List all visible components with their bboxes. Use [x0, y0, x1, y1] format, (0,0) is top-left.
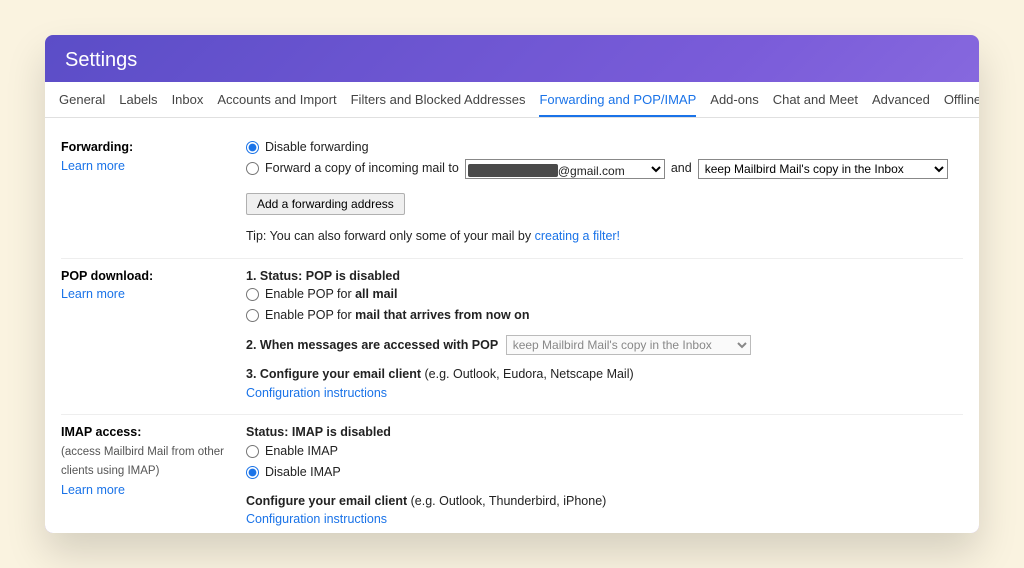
- forwarding-tip: Tip: You can also forward only some of y…: [246, 227, 948, 246]
- disable-forwarding-radio[interactable]: [246, 141, 259, 154]
- imap-body: Status: IMAP is disabled Enable IMAP Dis…: [246, 423, 606, 529]
- pop-section: POP download: Learn more 1. Status: POP …: [61, 259, 963, 416]
- forwarding-heading: Forwarding:: [61, 140, 133, 154]
- tab-labels[interactable]: Labels: [119, 82, 157, 117]
- pop-body: 1. Status: POP is disabled Enable POP fo…: [246, 267, 751, 403]
- enable-forwarding-radio[interactable]: [246, 162, 259, 175]
- and-text: and: [671, 159, 692, 178]
- forwarding-learn-more-link[interactable]: Learn more: [61, 159, 125, 173]
- page-title: Settings: [45, 35, 979, 82]
- imap-subtext: (access Mailbird Mail from other clients…: [61, 446, 224, 477]
- imap-heading: IMAP access:: [61, 425, 141, 439]
- add-forwarding-address-button[interactable]: Add a forwarding address: [246, 193, 405, 215]
- pop-enable-all-radio[interactable]: [246, 288, 259, 301]
- forward-email-display: @gmail.com: [468, 162, 625, 180]
- imap-config-link[interactable]: Configuration instructions: [246, 512, 387, 526]
- creating-filter-link[interactable]: creating a filter!: [535, 229, 620, 243]
- tab-add-ons[interactable]: Add-ons: [710, 82, 758, 117]
- pop-action-select[interactable]: keep Mailbird Mail's copy in the Inbox: [506, 335, 751, 355]
- forwarding-section: Forwarding: Learn more Disable forwardin…: [61, 130, 963, 259]
- forward-copy-label: Forward a copy of incoming mail to: [265, 159, 459, 178]
- imap-section: IMAP access: (access Mailbird Mail from …: [61, 415, 963, 533]
- tab-offline[interactable]: Offline: [944, 82, 979, 117]
- imap-label-col: IMAP access: (access Mailbird Mail from …: [61, 423, 226, 529]
- settings-content: Forwarding: Learn more Disable forwardin…: [45, 118, 979, 533]
- forwarding-label-col: Forwarding: Learn more: [61, 138, 226, 246]
- imap-status: IMAP is disabled: [292, 425, 391, 439]
- pop-config-link[interactable]: Configuration instructions: [246, 386, 387, 400]
- forward-action-select[interactable]: keep Mailbird Mail's copy in the Inbox: [698, 159, 948, 179]
- tab-chat-and-meet[interactable]: Chat and Meet: [773, 82, 858, 117]
- settings-window: Settings General Labels Inbox Accounts and …: [45, 35, 979, 533]
- settings-tabs: General Labels Inbox Accounts and Import Fil…: [45, 82, 979, 118]
- imap-enable-radio[interactable]: [246, 445, 259, 458]
- imap-learn-more-link[interactable]: Learn more: [61, 483, 125, 497]
- tab-inbox[interactable]: Inbox: [172, 82, 204, 117]
- tab-filters-and-blocked-addresses[interactable]: Filters and Blocked Addresses: [351, 82, 526, 117]
- disable-forwarding-label: Disable forwarding: [265, 138, 369, 157]
- forwarding-body: Disable forwarding Forward a copy of inc…: [246, 138, 948, 246]
- imap-disable-radio[interactable]: [246, 466, 259, 479]
- tab-accounts-and-import[interactable]: Accounts and Import: [217, 82, 336, 117]
- pop-status: POP is disabled: [306, 269, 400, 283]
- pop-heading: POP download:: [61, 269, 153, 283]
- tab-general[interactable]: General: [59, 82, 105, 117]
- pop-label-col: POP download: Learn more: [61, 267, 226, 403]
- tab-advanced[interactable]: Advanced: [872, 82, 930, 117]
- pop-learn-more-link[interactable]: Learn more: [61, 287, 125, 301]
- tab-forwarding-and-pop-imap[interactable]: Forwarding and POP/IMAP: [539, 82, 696, 117]
- pop-enable-now-radio[interactable]: [246, 309, 259, 322]
